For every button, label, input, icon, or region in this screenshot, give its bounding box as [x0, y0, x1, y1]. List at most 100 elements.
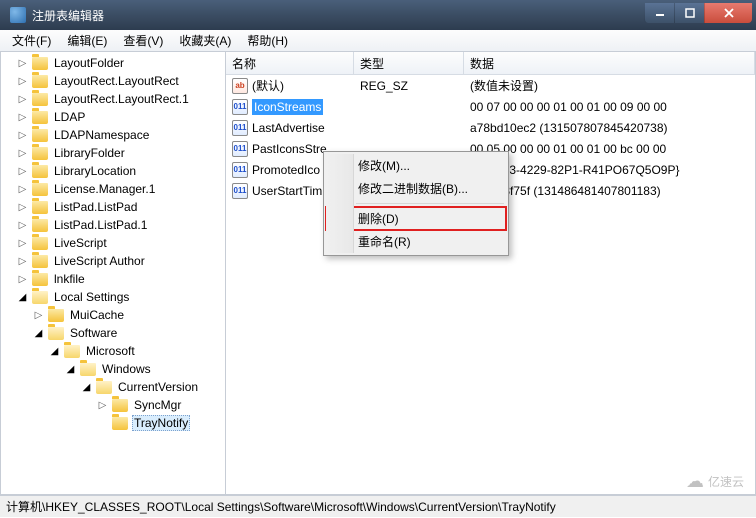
- tree-item[interactable]: ▷lnkfile: [1, 270, 225, 288]
- expand-icon[interactable]: ▷: [17, 220, 28, 231]
- tree-item[interactable]: ▷LayoutRect.LayoutRect: [1, 72, 225, 90]
- tree-item[interactable]: ▷ SyncMgr: [1, 396, 225, 414]
- tree-item[interactable]: ◢ Windows: [1, 360, 225, 378]
- column-data[interactable]: 数据: [464, 52, 755, 74]
- watermark-text: 亿速云: [708, 473, 744, 490]
- tree-label: LayoutRect.LayoutRect.1: [52, 92, 191, 106]
- list-row[interactable]: ab(默认)REG_SZ(数值未设置): [226, 75, 755, 96]
- tree-label: LibraryFolder: [52, 146, 127, 160]
- close-button[interactable]: [704, 3, 752, 23]
- collapse-icon[interactable]: ◢: [81, 382, 92, 393]
- context-menu-gutter: [326, 154, 354, 253]
- value-data: (数值未设置): [464, 77, 755, 94]
- tree-item[interactable]: ◢ Microsoft: [1, 342, 225, 360]
- tree-label: LibraryLocation: [52, 164, 138, 178]
- context-menu: 修改(M)...修改二进制数据(B)...删除(D)重命名(R): [323, 151, 509, 256]
- tree-item[interactable]: ▷ListPad.ListPad: [1, 198, 225, 216]
- folder-icon: [48, 327, 64, 340]
- folder-icon: [32, 129, 48, 142]
- folder-icon: [48, 309, 64, 322]
- menu-file[interactable]: 文件(F): [4, 30, 59, 51]
- collapse-icon[interactable]: ◢: [65, 364, 76, 375]
- folder-icon: [32, 255, 48, 268]
- tree-item[interactable]: TrayNotify: [1, 414, 225, 432]
- folder-icon: [32, 57, 48, 70]
- tree-label: LDAP: [52, 110, 87, 124]
- value-name: IconStreams: [252, 99, 323, 115]
- folder-icon: [32, 201, 48, 214]
- tree-label: License.Manager.1: [52, 182, 157, 196]
- tree-label: SyncMgr: [132, 398, 183, 412]
- tree-item[interactable]: ◢ Software: [1, 324, 225, 342]
- binary-value-icon: 011: [232, 99, 248, 115]
- statusbar: 计算机\HKEY_CLASSES_ROOT\Local Settings\Sof…: [0, 495, 756, 517]
- string-value-icon: ab: [232, 78, 248, 94]
- tree-item[interactable]: ▷LiveScript: [1, 234, 225, 252]
- menu-help[interactable]: 帮助(H): [239, 30, 296, 51]
- expand-icon[interactable]: ▷: [17, 112, 28, 123]
- expand-icon[interactable]: ▷: [17, 166, 28, 177]
- expand-icon[interactable]: ▷: [17, 94, 28, 105]
- tree-pane[interactable]: ▷LayoutFolder▷LayoutRect.LayoutRect▷Layo…: [1, 52, 226, 494]
- tree-item[interactable]: ▷ LibraryLocation: [1, 162, 225, 180]
- expand-icon[interactable]: ▷: [17, 58, 28, 69]
- tree-item[interactable]: ▷ LDAP: [1, 108, 225, 126]
- list-pane: 名称 类型 数据 ab(默认)REG_SZ(数值未设置)011IconStrea…: [226, 52, 755, 494]
- expand-icon[interactable]: ▷: [17, 274, 28, 285]
- tree-item[interactable]: ◢ Local Settings: [1, 288, 225, 306]
- window-controls: [644, 3, 752, 23]
- collapse-icon[interactable]: ◢: [17, 292, 28, 303]
- tree-item[interactable]: ▷ LibraryFolder: [1, 144, 225, 162]
- menubar: 文件(F) 编辑(E) 查看(V) 收藏夹(A) 帮助(H): [0, 30, 756, 52]
- menu-favorites[interactable]: 收藏夹(A): [171, 30, 239, 51]
- window-title: 注册表编辑器: [32, 7, 644, 24]
- expand-icon[interactable]: ▷: [17, 256, 28, 267]
- folder-icon: [32, 291, 48, 304]
- tree-label: Windows: [100, 362, 153, 376]
- column-name[interactable]: 名称: [226, 52, 354, 74]
- folder-icon: [32, 237, 48, 250]
- tree-label: Local Settings: [52, 290, 131, 304]
- tree-label: Software: [68, 326, 119, 340]
- expand-icon[interactable]: ▷: [17, 148, 28, 159]
- list-row[interactable]: 011LastAdvertisea78bd10ec2 (131507807845…: [226, 117, 755, 138]
- folder-icon: [32, 93, 48, 106]
- tree-item[interactable]: ▷ LDAPNamespace: [1, 126, 225, 144]
- expand-icon[interactable]: ▷: [33, 310, 44, 321]
- minimize-button[interactable]: [644, 3, 674, 23]
- maximize-button[interactable]: [674, 3, 704, 23]
- tree-item[interactable]: ▷ListPad.ListPad.1: [1, 216, 225, 234]
- folder-icon: [32, 75, 48, 88]
- value-name: (默认): [252, 77, 284, 94]
- column-type[interactable]: 类型: [354, 52, 464, 74]
- expand-icon[interactable]: ▷: [97, 400, 108, 411]
- value-name: PastIconsStre: [252, 142, 327, 156]
- list-row[interactable]: 011IconStreams00 07 00 00 00 01 00 01 00…: [226, 96, 755, 117]
- tree-item[interactable]: ▷ LayoutRect.LayoutRect.1: [1, 90, 225, 108]
- tree-label: LDAPNamespace: [52, 128, 151, 142]
- tree-label: Microsoft: [84, 344, 137, 358]
- folder-icon: [112, 417, 128, 430]
- collapse-icon[interactable]: ◢: [49, 346, 60, 357]
- tree-item[interactable]: ◢CurrentVersion: [1, 378, 225, 396]
- expand-icon[interactable]: ▷: [17, 202, 28, 213]
- menu-edit[interactable]: 编辑(E): [59, 30, 115, 51]
- expand-icon[interactable]: ▷: [17, 238, 28, 249]
- value-name: PromotedIco: [252, 163, 320, 177]
- folder-icon: [32, 183, 48, 196]
- expand-icon[interactable]: ▷: [17, 184, 28, 195]
- tree-item[interactable]: ▷ License.Manager.1: [1, 180, 225, 198]
- menu-view[interactable]: 查看(V): [115, 30, 171, 51]
- tree-item[interactable]: ▷ LayoutFolder: [1, 54, 225, 72]
- cloud-icon: ☁: [686, 471, 704, 492]
- collapse-icon[interactable]: ◢: [33, 328, 44, 339]
- tree-item[interactable]: ▷MuiCache: [1, 306, 225, 324]
- list-body[interactable]: ab(默认)REG_SZ(数值未设置)011IconStreams00 07 0…: [226, 75, 755, 494]
- tree-item[interactable]: ▷LiveScript Author: [1, 252, 225, 270]
- expand-icon[interactable]: ▷: [17, 76, 28, 87]
- status-path: 计算机\HKEY_CLASSES_ROOT\Local Settings\Sof…: [6, 498, 556, 515]
- watermark: ☁ 亿速云: [686, 471, 744, 492]
- expand-icon[interactable]: ▷: [17, 130, 28, 141]
- tree-label: LayoutFolder: [52, 56, 126, 70]
- folder-icon: [32, 111, 48, 124]
